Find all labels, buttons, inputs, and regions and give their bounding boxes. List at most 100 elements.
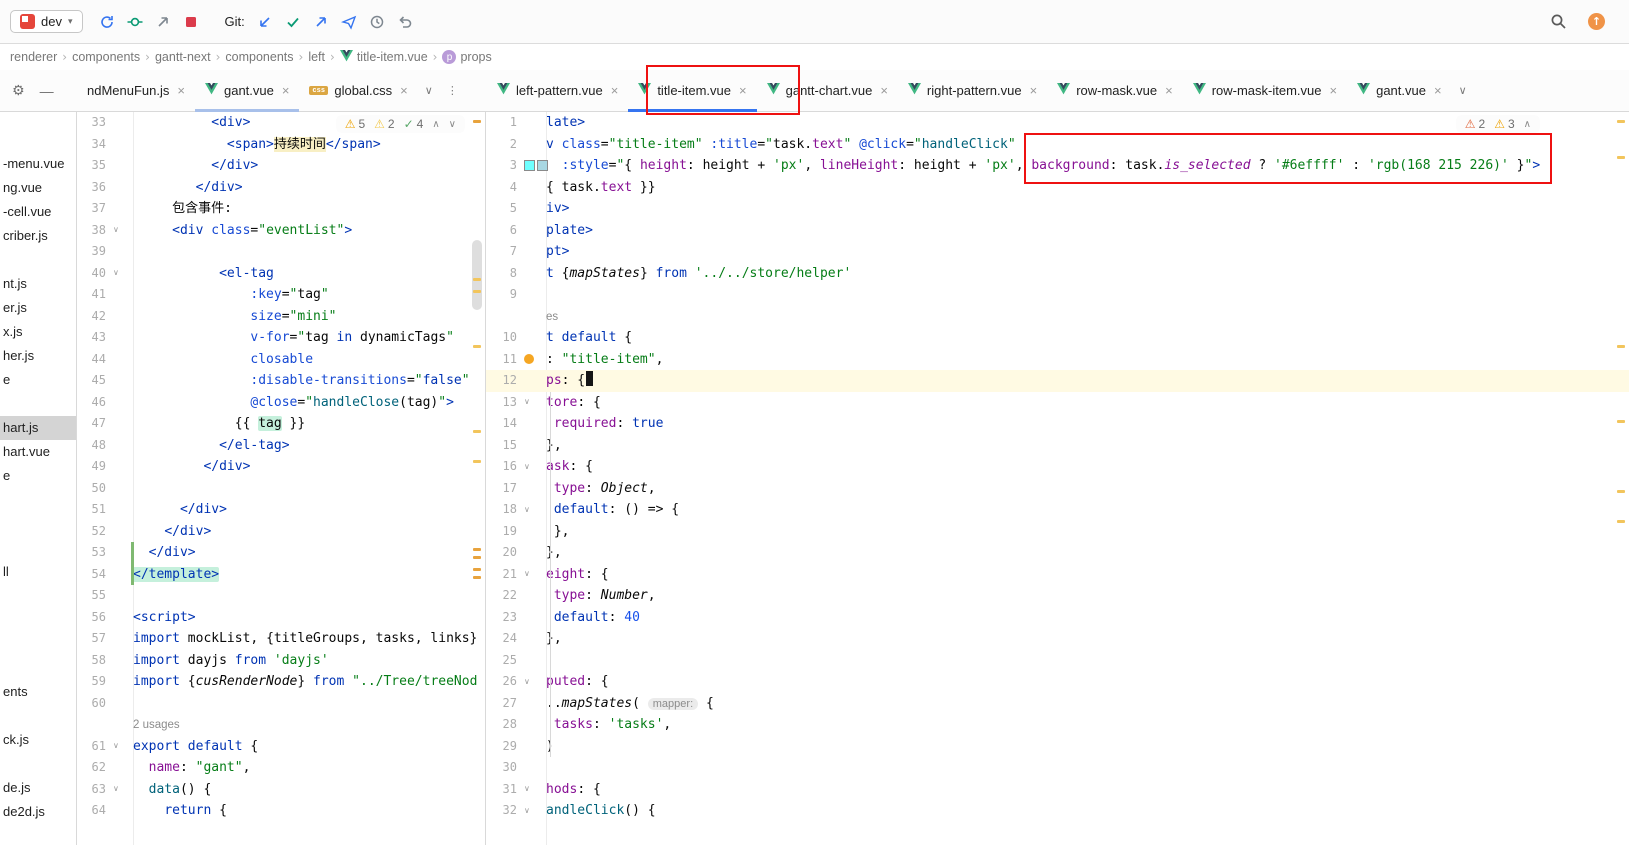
inspection-count[interactable]: ⚠2 (374, 117, 394, 131)
line-number[interactable]: 40 (77, 263, 111, 285)
line-number[interactable]: 16 (486, 456, 522, 478)
tree-item[interactable]: nt.js (0, 272, 76, 296)
tab-close-icon[interactable]: × (177, 83, 185, 98)
inspection-count[interactable]: ⚠3 (1494, 117, 1514, 131)
line-number[interactable]: 43 (77, 327, 111, 349)
line-number[interactable]: 26 (486, 671, 522, 693)
update-notification-icon[interactable]: ↑ (1588, 13, 1605, 30)
tree-item[interactable] (0, 392, 76, 416)
line-number[interactable]: 11 (486, 349, 522, 371)
code-line[interactable]: 38∨ <div class="eventList"> (77, 220, 485, 242)
branch-selector[interactable]: dev ▾ (10, 10, 83, 33)
code-line[interactable]: 29) (486, 736, 1629, 758)
fold-icon[interactable]: ∨ (113, 226, 119, 234)
line-number[interactable]: 58 (77, 650, 111, 672)
tree-item[interactable] (0, 704, 76, 728)
code-line[interactable]: 22 type: Number, (486, 585, 1629, 607)
left-editor[interactable]: 33 <div>34 <span>持续时间</span>35 </div>36 … (77, 112, 486, 845)
line-number[interactable]: 39 (77, 241, 111, 263)
inspection-count[interactable]: ⚠2 (1465, 117, 1485, 131)
push-icon[interactable] (149, 8, 177, 36)
color-swatch[interactable] (537, 160, 548, 171)
error-stripe[interactable] (1615, 112, 1627, 845)
tree-item[interactable]: e (0, 464, 76, 488)
line-number[interactable]: 47 (77, 413, 111, 435)
tree-item[interactable]: hart.js (0, 416, 76, 440)
code-line[interactable]: 63∨ data() { (77, 779, 485, 801)
code-line[interactable]: 30 (486, 757, 1629, 779)
line-number[interactable]: 27 (486, 693, 522, 715)
code-line[interactable]: 53 </div> (77, 542, 485, 564)
line-number[interactable] (77, 714, 111, 736)
stop-icon[interactable] (177, 8, 205, 36)
code-line[interactable]: 36 </div> (77, 177, 485, 199)
fold-icon[interactable]: ∨ (113, 269, 119, 277)
line-number[interactable]: 60 (77, 693, 111, 715)
tree-item[interactable]: de2d.js (0, 800, 76, 824)
code-line[interactable]: 61∨export default { (77, 736, 485, 758)
code-line[interactable]: 13∨tore: { (486, 392, 1629, 414)
git-push-icon[interactable] (307, 8, 335, 36)
line-number[interactable]: 64 (77, 800, 111, 822)
inspection-count[interactable]: ⚠5 (345, 117, 365, 131)
line-number[interactable]: 44 (77, 349, 111, 371)
line-number[interactable]: 25 (486, 650, 522, 672)
tree-item[interactable]: hart.vue (0, 440, 76, 464)
tree-item[interactable]: x.js (0, 320, 76, 344)
right-editor[interactable]: 1late>2v class="title-item" :title="task… (486, 112, 1629, 845)
tab-title-item.vue[interactable]: title-item.vue× (628, 70, 756, 111)
line-number[interactable]: 18 (486, 499, 522, 521)
code-line[interactable]: 2 usages (77, 714, 485, 736)
line-number[interactable]: 52 (77, 521, 111, 543)
line-number[interactable]: 32 (486, 800, 522, 822)
code-line[interactable]: 2v class="title-item" :title="task.text"… (486, 134, 1629, 156)
tab-close-icon[interactable]: × (1165, 83, 1173, 98)
tab-close-icon[interactable]: × (1330, 83, 1338, 98)
line-number[interactable]: 30 (486, 757, 522, 779)
code-line[interactable]: 11: "title-item", (486, 349, 1629, 371)
code-line[interactable]: 18∨ default: () => { (486, 499, 1629, 521)
tab-ndMenuFun.js[interactable]: ndMenuFun.js× (77, 70, 195, 111)
code-line[interactable]: 32∨andleClick() { (486, 800, 1629, 822)
breadcrumb-item[interactable]: gantt-next (151, 50, 215, 64)
fold-icon[interactable]: ∨ (113, 742, 119, 750)
line-number[interactable]: 63 (77, 779, 111, 801)
git-update-icon[interactable] (251, 8, 279, 36)
code-line[interactable]: 15}, (486, 435, 1629, 457)
tree-item[interactable]: ck.js (0, 728, 76, 752)
code-line[interactable]: 35 </div> (77, 155, 485, 177)
code-line[interactable]: 5iv> (486, 198, 1629, 220)
code-line[interactable]: 45 :disable-transitions="false" (77, 370, 485, 392)
line-number[interactable]: 5 (486, 198, 522, 220)
breadcrumb-item[interactable]: pprops (438, 50, 495, 64)
tree-item[interactable]: ll (0, 560, 76, 584)
breadcrumb-item[interactable]: left (304, 50, 329, 64)
breadcrumb-item[interactable]: components (68, 50, 144, 64)
tree-item[interactable] (0, 488, 76, 512)
tree-item[interactable]: -menu.vue (0, 152, 76, 176)
tab-close-icon[interactable]: × (400, 83, 408, 98)
tree-item[interactable] (0, 632, 76, 656)
tree-item[interactable]: e (0, 368, 76, 392)
code-line[interactable]: 28 tasks: 'tasks', (486, 714, 1629, 736)
line-number[interactable]: 57 (77, 628, 111, 650)
line-number[interactable]: 7 (486, 241, 522, 263)
line-number[interactable]: 46 (77, 392, 111, 414)
code-line[interactable]: 25 (486, 650, 1629, 672)
code-line[interactable]: 10t default { (486, 327, 1629, 349)
tab-row-mask.vue[interactable]: row-mask.vue× (1047, 70, 1183, 111)
line-number[interactable]: 22 (486, 585, 522, 607)
line-number[interactable]: 50 (77, 478, 111, 500)
fold-icon[interactable]: ∨ (524, 570, 530, 578)
line-number[interactable]: 23 (486, 607, 522, 629)
line-number[interactable]: 33 (77, 112, 111, 134)
line-number[interactable]: 49 (77, 456, 111, 478)
code-line[interactable]: 20}, (486, 542, 1629, 564)
code-line[interactable]: 48 </el-tag> (77, 435, 485, 457)
line-number[interactable]: 42 (77, 306, 111, 328)
line-number[interactable]: 9 (486, 284, 522, 306)
code-line[interactable]: 21∨eight: { (486, 564, 1629, 586)
code-line[interactable]: 49 </div> (77, 456, 485, 478)
code-line[interactable]: 54</template> (77, 564, 485, 586)
code-line[interactable]: 4{ task.text }} (486, 177, 1629, 199)
